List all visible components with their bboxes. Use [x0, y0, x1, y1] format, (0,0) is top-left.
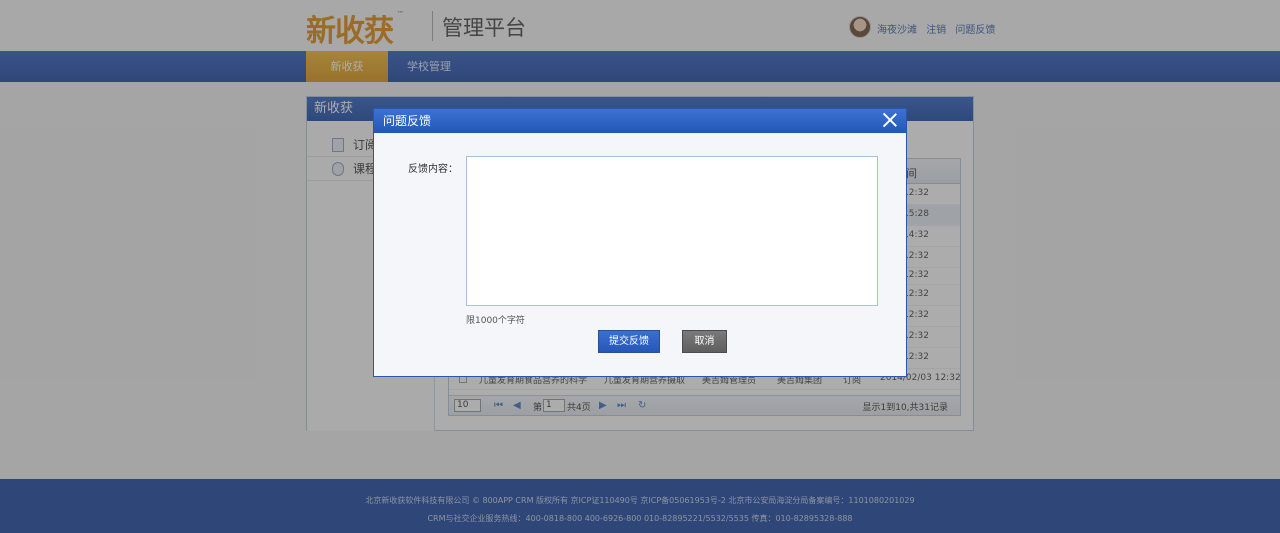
feedback-label: 反馈内容： — [408, 164, 458, 175]
close-icon[interactable] — [882, 112, 898, 128]
char-limit-hint: 限1000个字符 — [466, 316, 525, 326]
cancel-button[interactable]: 取消 — [682, 330, 727, 353]
feedback-dialog: 问题反馈 反馈内容： 限1000个字符 提交反馈 取消 — [373, 108, 907, 377]
submit-feedback-button[interactable]: 提交反馈 — [598, 330, 660, 353]
dialog-title: 问题反馈 — [383, 114, 432, 128]
feedback-textarea[interactable] — [466, 156, 878, 306]
dialog-header: 问题反馈 — [374, 109, 906, 133]
